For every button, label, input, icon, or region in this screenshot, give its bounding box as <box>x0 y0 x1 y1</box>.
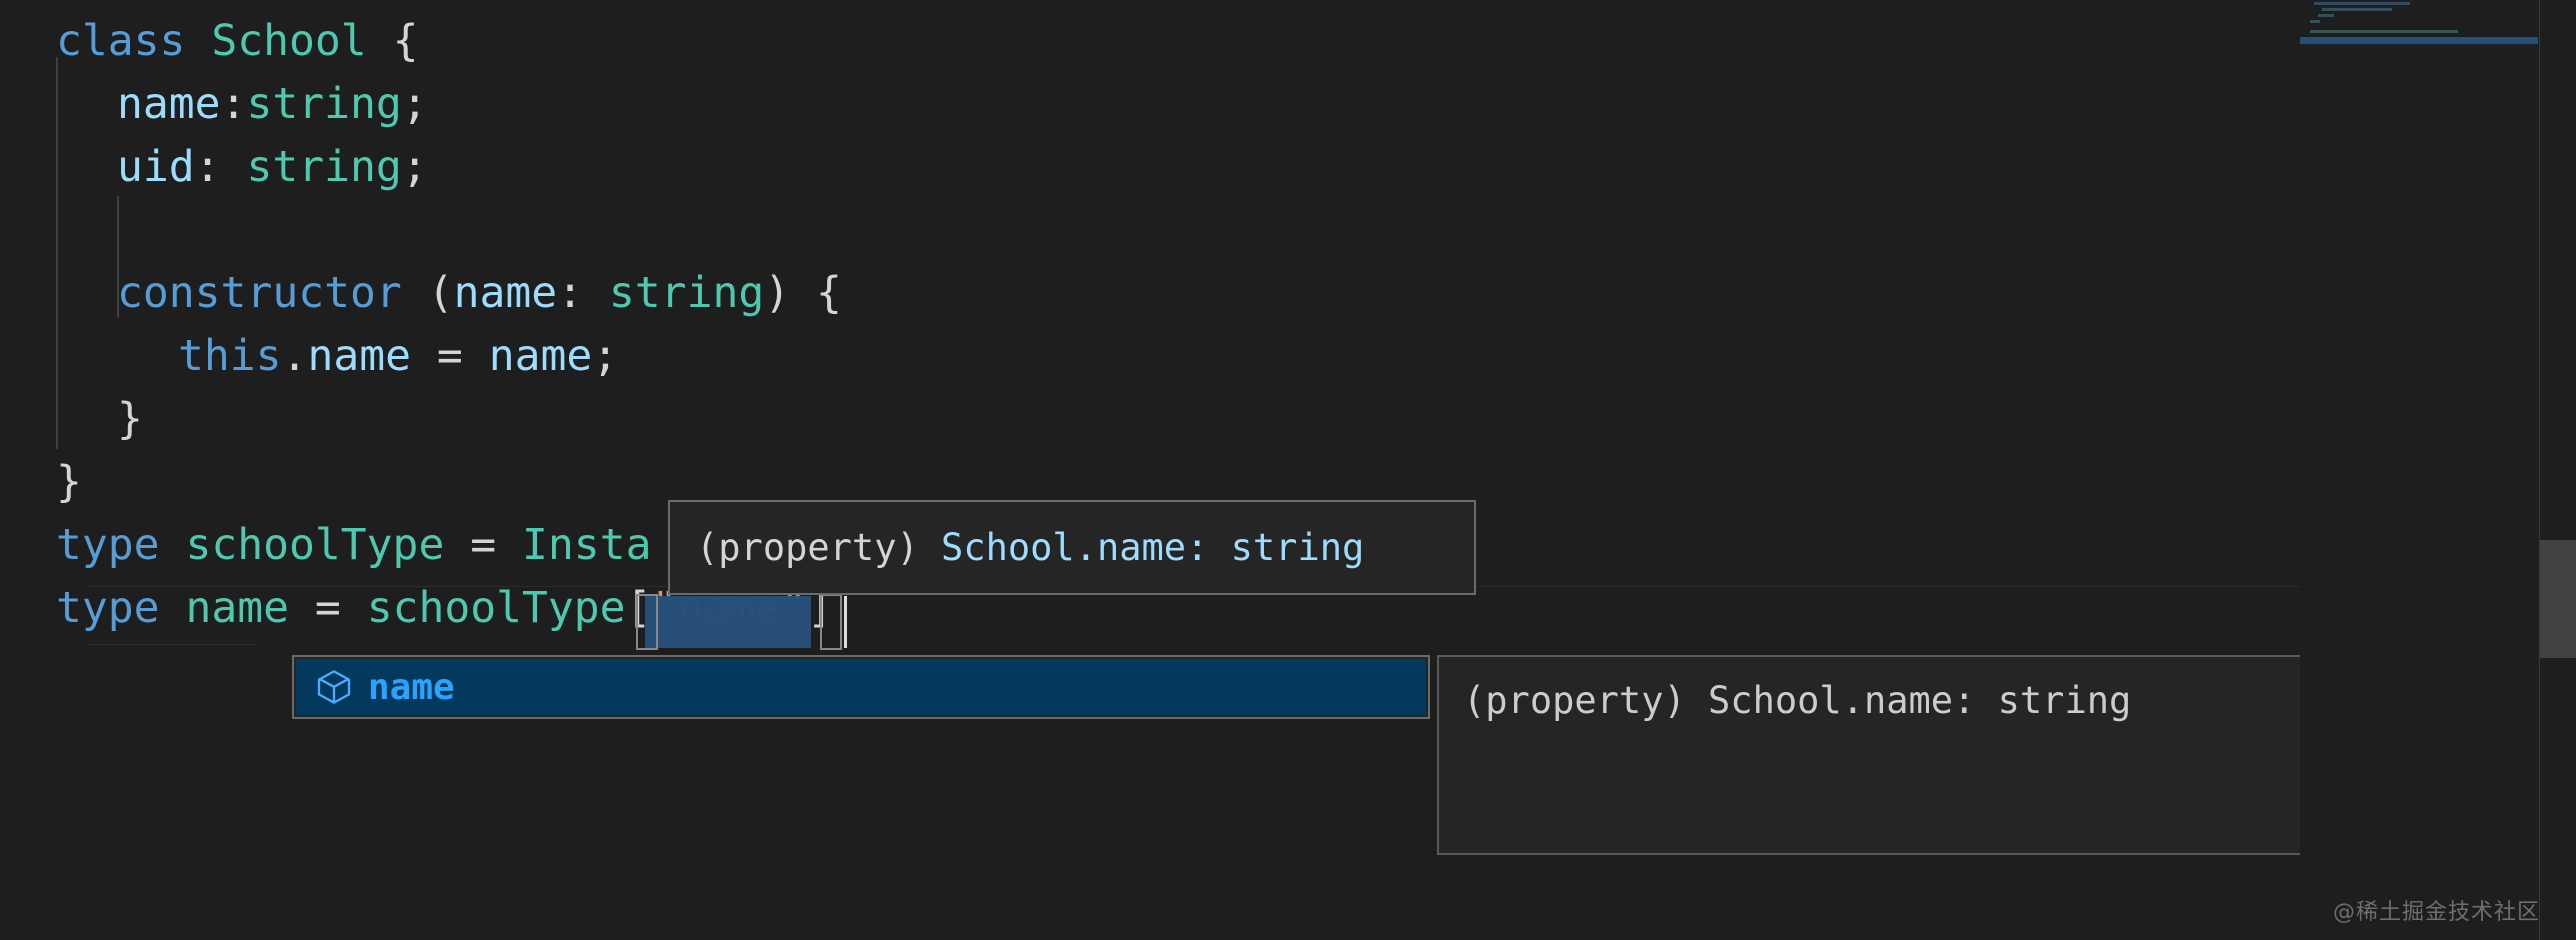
vertical-scrollbar-track[interactable] <box>2540 0 2576 940</box>
code-token: class <box>56 16 186 66</box>
code-token: name <box>117 79 221 129</box>
code-token: } <box>117 394 143 444</box>
code-token: = <box>411 331 489 381</box>
minimap[interactable] <box>2300 0 2540 940</box>
suggest-item-name[interactable]: name <box>296 659 1426 715</box>
code-line[interactable]: } <box>56 451 82 514</box>
suggest-details-doc: (property) School.name: string <box>1463 679 2132 722</box>
suggest-item-label: name <box>368 666 455 708</box>
code-token: uid <box>117 142 195 192</box>
code-line[interactable]: class School { <box>56 10 418 73</box>
code-token: name <box>453 268 558 318</box>
code-token: string <box>608 268 765 318</box>
watermark: @稀土掘金技术社区 <box>2332 900 2540 925</box>
code-line[interactable]: name:string; <box>117 73 428 136</box>
suggest-widget[interactable]: name <box>292 655 1430 719</box>
code-line[interactable]: constructor (name: string) { <box>117 262 842 325</box>
code-token: schoolType <box>185 520 445 570</box>
code-token: ; <box>592 331 619 381</box>
code-token: type <box>56 583 160 633</box>
code-line[interactable]: this.name = name; <box>178 325 618 388</box>
code-token: Insta <box>522 520 652 570</box>
code-token: } <box>56 457 82 507</box>
hover-tooltip-signature: School.name: string <box>941 526 1365 569</box>
bracket-match-open <box>636 594 658 650</box>
minimap-selected-line <box>2300 37 2538 44</box>
inline-selection-highlight <box>645 596 811 648</box>
bracket-match-close <box>820 594 842 650</box>
code-token: : <box>220 79 247 129</box>
code-token: ( <box>401 268 454 318</box>
vertical-scrollbar-thumb[interactable] <box>2540 540 2576 658</box>
code-token: ; <box>401 142 428 192</box>
code-line[interactable]: type schoolType = Insta <box>56 514 651 577</box>
minimap-line <box>2310 30 2458 33</box>
code-token: constructor <box>117 268 402 318</box>
minimap-line <box>2314 2 2410 5</box>
code-token: : <box>557 268 609 318</box>
code-token: = <box>444 520 523 570</box>
hover-tooltip: (property) School.name: string <box>668 500 1476 595</box>
text-caret <box>844 596 847 648</box>
code-token: School <box>211 16 367 66</box>
code-token: : <box>194 142 247 192</box>
code-token: schoolType <box>366 583 626 633</box>
code-token: string <box>246 142 402 192</box>
indent-guide-level-1 <box>56 57 58 449</box>
code-token: ) { <box>764 268 842 318</box>
code-token: this <box>178 331 282 381</box>
minimap-line <box>2322 8 2392 11</box>
code-editor[interactable]: class School {name:string; uid: string; co… <box>0 0 2576 940</box>
code-token: { <box>366 16 419 66</box>
code-token: ; <box>401 79 428 129</box>
code-token: name <box>185 583 290 633</box>
symbol-property-cube-icon <box>314 667 354 707</box>
code-token: name <box>307 331 412 381</box>
minimap-line <box>2318 14 2334 17</box>
code-token: . <box>281 331 308 381</box>
hover-tooltip-kind: (property) <box>696 526 942 569</box>
code-token: type <box>56 520 160 570</box>
code-token: string <box>246 79 402 129</box>
editor-scroll-shadow-2 <box>86 644 256 645</box>
minimap-line <box>2310 20 2320 23</box>
hover-tooltip-text: (property) School.name: string <box>696 526 1364 569</box>
code-token: name <box>488 331 593 381</box>
code-line[interactable]: } <box>117 388 143 451</box>
code-line[interactable]: uid: string; <box>117 136 428 199</box>
code-token: = <box>289 583 367 633</box>
